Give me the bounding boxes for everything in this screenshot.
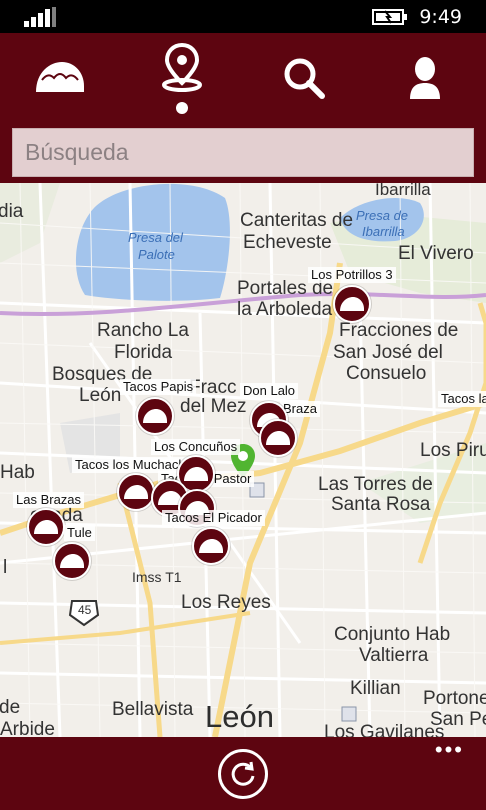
place-label: Valtierra	[359, 645, 429, 666]
taco-icon	[199, 539, 223, 553]
place-label: Florida	[114, 342, 173, 363]
place-label: Canteritas de	[240, 210, 354, 231]
nav-search-button[interactable]	[264, 33, 344, 123]
place-label: Las Torres de	[318, 474, 433, 495]
refresh-icon	[231, 761, 255, 786]
place-label: l	[3, 557, 8, 578]
nav-location-button[interactable]	[142, 33, 222, 123]
place-label: Ibarrilla	[375, 183, 431, 199]
taco-marker-tacos-el-picador[interactable]	[192, 527, 230, 565]
taco-marker-tule[interactable]	[53, 542, 91, 580]
app-bar: •••	[0, 737, 486, 810]
place-label: Consuelo	[346, 363, 427, 384]
place-label: Presa de	[356, 208, 409, 223]
place-label: Presa del	[128, 230, 183, 245]
taco-marker-tacos-los-muchachos[interactable]	[117, 473, 155, 511]
more-options-button[interactable]: •••	[435, 739, 464, 761]
taco-icon	[36, 62, 84, 92]
taco-icon	[124, 485, 148, 499]
clock: 9:49	[419, 6, 462, 28]
marker-label: Tacos Papis	[120, 379, 197, 396]
search-icon	[284, 58, 325, 99]
place-label: Fracciones de	[339, 320, 459, 341]
place-label: Imss T1	[132, 569, 182, 585]
marker-label: Los Potrillos 3	[308, 267, 396, 284]
app-header	[0, 33, 486, 183]
place-label: de	[0, 697, 21, 718]
taco-icon	[60, 554, 84, 568]
marker-label: Tacos El Picador	[162, 510, 265, 527]
nav-taco-button[interactable]	[20, 33, 100, 123]
place-label: Rancho La	[97, 320, 189, 341]
place-label: Conjunto Hab	[334, 624, 451, 645]
taco-icon	[34, 520, 58, 534]
marker-label: Los Concuños	[151, 439, 241, 456]
user-icon	[410, 57, 440, 99]
taco-icon	[143, 409, 167, 423]
signal-icon	[24, 7, 56, 27]
place-label: Echeveste	[243, 232, 332, 253]
place-label: Arbide	[0, 719, 55, 737]
refresh-button[interactable]	[218, 749, 268, 799]
search-box[interactable]	[12, 128, 474, 177]
map-view[interactable]: Ibarrilla Canteritas de Echeveste Presa …	[0, 183, 486, 737]
place-label: Los Piru	[420, 440, 486, 461]
place-label: Ibarrilla	[362, 224, 405, 239]
place-label: del Mez	[180, 396, 247, 417]
marker-label: Las Brazas	[13, 492, 85, 509]
taco-marker-tacos-papis[interactable]	[136, 397, 174, 435]
search-input[interactable]	[13, 129, 473, 176]
place-label: San José del	[333, 342, 443, 363]
taco-icon	[266, 431, 290, 445]
taco-icon	[340, 297, 364, 311]
location-icon	[162, 42, 202, 114]
highway-label: 45	[78, 603, 92, 617]
place-label: Killian	[350, 678, 401, 699]
taco-marker-braza[interactable]	[259, 419, 297, 457]
marker-label: Tacos la	[438, 391, 486, 408]
place-label: Portone	[423, 688, 486, 709]
place-label: Palote	[138, 247, 175, 262]
place-label: León	[79, 385, 122, 406]
place-label: Fracc	[189, 377, 237, 398]
status-bar: 9:49	[0, 0, 486, 33]
place-label: la Arboleda	[237, 299, 333, 320]
marker-label: Tule	[64, 525, 95, 542]
taco-marker-las-brazas[interactable]	[27, 508, 65, 546]
place-label: dia	[0, 201, 24, 222]
place-label: El Vivero	[398, 243, 474, 264]
place-label: Santa Rosa	[331, 494, 431, 515]
taco-icon	[184, 467, 208, 481]
nav-user-button[interactable]	[385, 33, 465, 123]
place-label: Los Gavilanes	[324, 722, 445, 737]
place-label: Los Reyes	[181, 592, 271, 613]
battery-icon	[372, 9, 407, 25]
place-label: Hab	[0, 462, 35, 483]
city-label: León	[205, 699, 274, 734]
taco-marker-los-potrillos[interactable]	[333, 285, 371, 323]
marker-label: Don Lalo	[240, 383, 299, 400]
place-label: Bellavista	[112, 699, 194, 720]
